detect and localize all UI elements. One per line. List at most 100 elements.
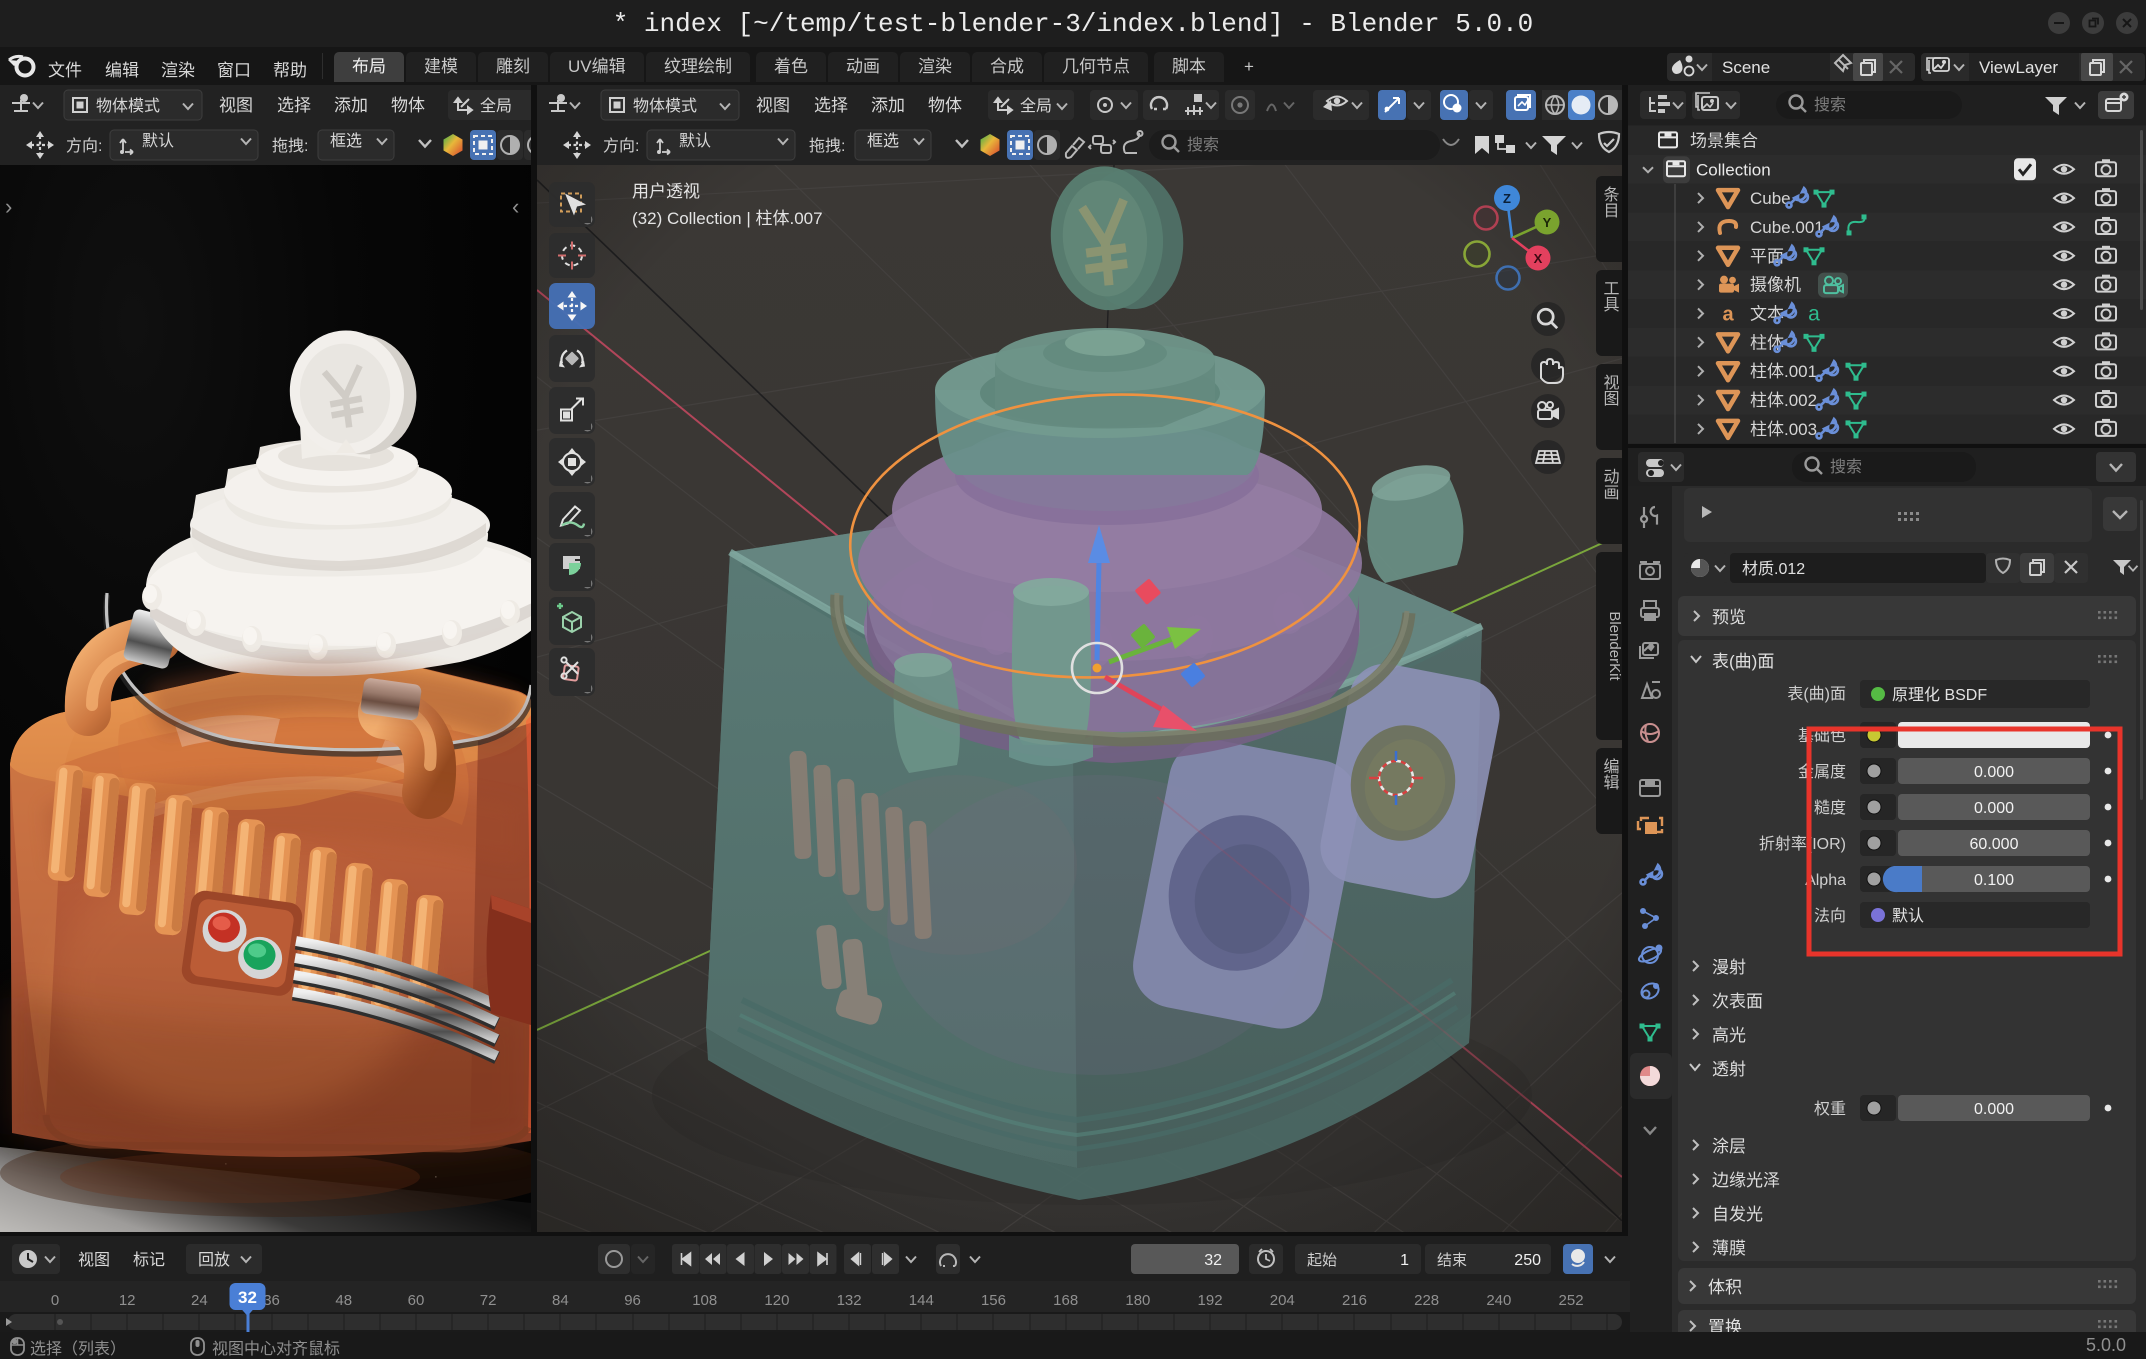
- svg-text:原理化 BSDF: 原理化 BSDF: [1892, 686, 1987, 704]
- svg-text:ViewLayer: ViewLayer: [1979, 58, 2058, 77]
- svg-text:视图: 视图: [756, 96, 790, 115]
- svg-text:156: 156: [981, 1292, 1006, 1309]
- svg-text:216: 216: [1342, 1292, 1367, 1309]
- svg-text:表(曲)面: 表(曲)面: [1787, 685, 1846, 703]
- svg-text:摄像机: 摄像机: [1750, 276, 1801, 295]
- svg-text:权重: 权重: [1814, 1100, 1846, 1118]
- svg-text:搜索: 搜索: [1814, 96, 1846, 114]
- svg-text:全局: 全局: [480, 97, 512, 115]
- svg-text:结束: 结束: [1437, 1252, 1467, 1269]
- svg-text:0: 0: [51, 1292, 59, 1309]
- svg-text:方向:: 方向:: [66, 137, 102, 155]
- svg-text:Y: Y: [1543, 215, 1552, 230]
- svg-text:物体: 物体: [928, 96, 962, 115]
- svg-text:0.000: 0.000: [1974, 1101, 2014, 1118]
- svg-text:薄膜: 薄膜: [1712, 1239, 1746, 1258]
- svg-text:工具: 工具: [1601, 280, 1620, 312]
- svg-text:涂层: 涂层: [1712, 1137, 1746, 1156]
- svg-text:228: 228: [1414, 1292, 1439, 1309]
- svg-text:编辑: 编辑: [1601, 758, 1620, 790]
- svg-text:拖拽:: 拖拽:: [809, 137, 845, 155]
- svg-text:物体模式: 物体模式: [96, 97, 160, 115]
- svg-text:252: 252: [1559, 1292, 1584, 1309]
- svg-text:预览: 预览: [1712, 608, 1746, 627]
- svg-text:起始: 起始: [1307, 1252, 1337, 1269]
- svg-text:框选: 框选: [867, 132, 899, 150]
- svg-text:折射率(IOR): 折射率(IOR): [1759, 835, 1846, 853]
- svg-text:120: 120: [764, 1292, 789, 1309]
- svg-text:选择: 选择: [277, 96, 311, 115]
- svg-text:搜索: 搜索: [1187, 136, 1219, 154]
- svg-text:60: 60: [408, 1292, 425, 1309]
- svg-text:180: 180: [1125, 1292, 1150, 1309]
- svg-text:0.000: 0.000: [1974, 764, 2014, 781]
- svg-text:Scene: Scene: [1722, 58, 1770, 77]
- svg-text:方向:: 方向:: [603, 137, 639, 155]
- svg-text:默认: 默认: [142, 132, 174, 150]
- svg-text:250: 250: [1514, 1252, 1541, 1269]
- svg-text:表(曲)面: 表(曲)面: [1712, 652, 1774, 671]
- svg-text:a: a: [1722, 304, 1734, 326]
- svg-text:透射: 透射: [1712, 1060, 1746, 1079]
- svg-text:132: 132: [837, 1292, 862, 1309]
- svg-text:48: 48: [335, 1292, 352, 1309]
- svg-text:108: 108: [692, 1292, 717, 1309]
- svg-text:96: 96: [624, 1292, 641, 1309]
- svg-text:全局: 全局: [1020, 97, 1052, 115]
- svg-text:84: 84: [552, 1292, 569, 1309]
- svg-text:金属度: 金属度: [1798, 763, 1846, 781]
- svg-text:柱体.003: 柱体.003: [1750, 420, 1817, 439]
- svg-text:漫射: 漫射: [1712, 958, 1746, 977]
- svg-text:72: 72: [480, 1292, 497, 1309]
- svg-text:框选: 框选: [330, 132, 362, 150]
- svg-text:›: ›: [5, 194, 12, 219]
- svg-text:Collection: Collection: [1696, 160, 1771, 179]
- svg-text:回放: 回放: [198, 1251, 230, 1269]
- svg-text:边缘光泽: 边缘光泽: [1712, 1171, 1780, 1190]
- svg-text:添加: 添加: [871, 96, 905, 115]
- svg-text:1: 1: [1400, 1252, 1409, 1269]
- svg-text:默认: 默认: [679, 132, 711, 150]
- svg-text:32: 32: [238, 1288, 257, 1307]
- svg-text:物体模式: 物体模式: [633, 97, 697, 115]
- svg-text:条目: 条目: [1601, 186, 1620, 218]
- svg-text:Cube: Cube: [1750, 189, 1791, 208]
- svg-text:24: 24: [191, 1292, 208, 1309]
- svg-text:144: 144: [909, 1292, 934, 1309]
- svg-text:视图: 视图: [1601, 374, 1620, 406]
- svg-text:‹: ‹: [512, 194, 519, 219]
- svg-text:0.100: 0.100: [1974, 872, 2014, 889]
- svg-text:拖拽:: 拖拽:: [272, 137, 308, 155]
- svg-text:柱体.001: 柱体.001: [1750, 362, 1817, 381]
- svg-text:60.000: 60.000: [1970, 836, 2019, 853]
- svg-text:置换: 置换: [1708, 1318, 1742, 1332]
- svg-text:32: 32: [1204, 1252, 1222, 1269]
- svg-text:次表面: 次表面: [1712, 992, 1763, 1011]
- svg-text:选择: 选择: [814, 96, 848, 115]
- svg-text:视图: 视图: [219, 96, 253, 115]
- svg-text:添加: 添加: [334, 96, 368, 115]
- svg-text:X: X: [1534, 251, 1543, 266]
- svg-text:柱体.002: 柱体.002: [1750, 391, 1817, 410]
- svg-text:动画: 动画: [1601, 468, 1620, 500]
- svg-text:默认: 默认: [1892, 907, 1924, 925]
- svg-text:搜索: 搜索: [1830, 458, 1862, 476]
- svg-text:标记: 标记: [133, 1251, 165, 1269]
- svg-text:168: 168: [1053, 1292, 1078, 1309]
- svg-text:0.000: 0.000: [1974, 800, 2014, 817]
- svg-text:Z: Z: [1503, 191, 1511, 206]
- svg-text:Cube.001: Cube.001: [1750, 218, 1824, 237]
- svg-text:204: 204: [1270, 1292, 1295, 1309]
- svg-text:a: a: [1808, 303, 1820, 326]
- svg-text:场景集合: 场景集合: [1690, 131, 1758, 150]
- svg-text:12: 12: [119, 1292, 136, 1309]
- svg-text:体积: 体积: [1708, 1278, 1742, 1297]
- svg-text:糙度: 糙度: [1814, 799, 1846, 817]
- svg-text:192: 192: [1198, 1292, 1223, 1309]
- svg-text:36: 36: [263, 1292, 280, 1309]
- svg-text:法向: 法向: [1814, 907, 1846, 925]
- svg-text:高光: 高光: [1712, 1026, 1746, 1045]
- svg-text:240: 240: [1486, 1292, 1511, 1309]
- svg-text:自发光: 自发光: [1712, 1205, 1763, 1224]
- svg-text:视图: 视图: [78, 1251, 110, 1269]
